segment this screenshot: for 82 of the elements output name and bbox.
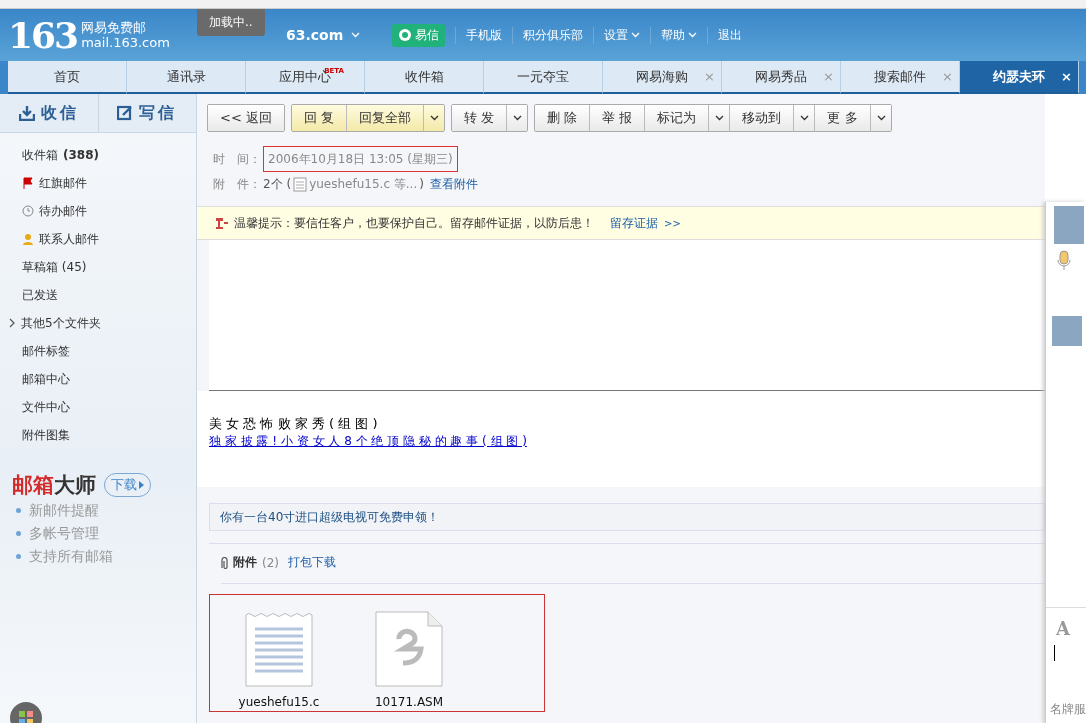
folder-item[interactable]: 附件图集 [22, 426, 70, 444]
bullet-icon [16, 531, 21, 536]
compose-button[interactable]: 写信 [97, 94, 196, 132]
folder-item[interactable]: 文件中心 [22, 398, 70, 416]
folder-item[interactable]: 联系人邮件 [39, 230, 99, 248]
feature-text: 新邮件提醒 [29, 501, 99, 520]
download-all-link[interactable]: 打包下载 [288, 554, 336, 571]
caret-icon [688, 32, 698, 38]
toolbar-button[interactable]: << 返回 [208, 105, 284, 131]
attachments-title: 附件 [233, 554, 257, 571]
toolbar-button[interactable]: 回复全部 [346, 105, 445, 131]
attachment-names: yueshefu15.c 等... [309, 176, 418, 193]
save-evidence-link[interactable]: 留存证据 [610, 214, 658, 232]
toolbar-button[interactable]: 回 复 [291, 105, 347, 131]
tab[interactable]: 通讯录 [127, 61, 246, 94]
tab[interactable]: 约瑟夫环 × [960, 61, 1079, 94]
caret-icon [631, 32, 641, 38]
body-headline: 美 女 恐 怖 败 家 秀 ( 组 图 ) [209, 415, 379, 433]
folder-item[interactable]: 红旗邮件 [39, 174, 87, 192]
paren-text: ) [419, 176, 424, 193]
field-label: 附 件： [213, 176, 261, 193]
promo-banner[interactable]: 你有一台40寸进口超级电视可免费申领！ [209, 503, 1045, 531]
inbox-download-icon [18, 105, 35, 121]
file-name[interactable]: yueshefu15.c [238, 695, 320, 709]
feature-text: 支持所有邮箱 [29, 547, 113, 566]
close-icon[interactable]: × [1061, 69, 1072, 84]
folder-item[interactable]: 草稿箱 (45) [22, 258, 87, 276]
field-label: 时 间： [213, 151, 261, 168]
text-file-icon [245, 611, 313, 687]
folder-item[interactable]: 已发送 [22, 286, 58, 304]
logo-domain: mail.163.com [81, 35, 170, 50]
article-link[interactable]: 独 家 披 露 ! 小 资 女 人 8 个 绝 顶 隐 秘 的 趣 事 ( 组 图 ) [209, 434, 527, 448]
arrows-link[interactable]: >> [664, 217, 681, 229]
feature-text: 多帐号管理 [29, 524, 99, 543]
tab[interactable]: 首页 [8, 61, 127, 94]
document-icon [293, 176, 308, 192]
view-attachments-link[interactable]: 查看附件 [429, 172, 478, 196]
toolbar-button[interactable]: 举 报 [589, 105, 645, 131]
caret-icon [800, 115, 810, 121]
file-name[interactable]: 10171.ASM [374, 695, 444, 709]
footer-text: 名牌服 [1050, 701, 1086, 718]
clock-icon [22, 205, 34, 217]
microphone-icon[interactable] [1056, 250, 1072, 272]
caret-icon [351, 32, 361, 38]
file-icon [375, 611, 443, 687]
person-icon [22, 233, 34, 245]
logo-name: 网易免费邮 [81, 20, 148, 35]
paperclip-icon [221, 556, 228, 569]
edit-icon [117, 105, 134, 121]
toolbar-button[interactable]: 更 多 [814, 105, 891, 131]
attachments-count: (2) [262, 555, 279, 570]
folder-item[interactable]: 待办邮件 [39, 202, 87, 220]
tab[interactable]: 搜索邮件 × [841, 61, 960, 94]
tab[interactable]: 收件箱 [365, 61, 484, 94]
toolbar-button[interactable]: 转 发 [452, 105, 528, 131]
folder-item[interactable]: 邮件标签 [22, 342, 70, 360]
flag-icon [22, 177, 34, 189]
toolbar-button[interactable]: 移动到 [729, 105, 815, 131]
chevron-icon[interactable] [8, 318, 16, 328]
unread-count: (388) [63, 148, 100, 162]
mail-master-logo: 邮箱大师 [12, 472, 96, 499]
caret-icon [430, 115, 440, 121]
caret-icon [876, 115, 886, 121]
toolbar-button[interactable]: 标记为 [644, 105, 730, 131]
tab[interactable]: 网易秀品 × [722, 61, 841, 94]
folder-item[interactable]: 邮箱中心 [22, 370, 70, 388]
bullet-icon [16, 508, 21, 513]
tab[interactable]: 一元夺宝 [484, 61, 603, 94]
loading-toast: 加载中.. [197, 9, 265, 36]
tip-text: 温馨提示：要信任客户，也要保护自己。留存邮件证据，以防后患！ [234, 214, 594, 232]
caret-icon [715, 115, 725, 121]
logo-number: 163 [8, 14, 78, 56]
attachment-count: 2个 ( [263, 176, 292, 193]
sent-time: 2006年10月18日 13:05 (星期三) [263, 146, 458, 172]
folder-item[interactable]: 收件箱 [22, 146, 58, 164]
toolbar-button[interactable]: 删 除 [535, 105, 590, 131]
receive-button[interactable]: 收信 [0, 94, 98, 132]
folder-item[interactable]: 其他5个文件夹 [21, 314, 101, 332]
bullet-icon [16, 554, 21, 559]
tab[interactable]: 网易海购 × [603, 61, 722, 94]
triangle-icon [139, 481, 144, 489]
caret-icon [513, 115, 523, 121]
